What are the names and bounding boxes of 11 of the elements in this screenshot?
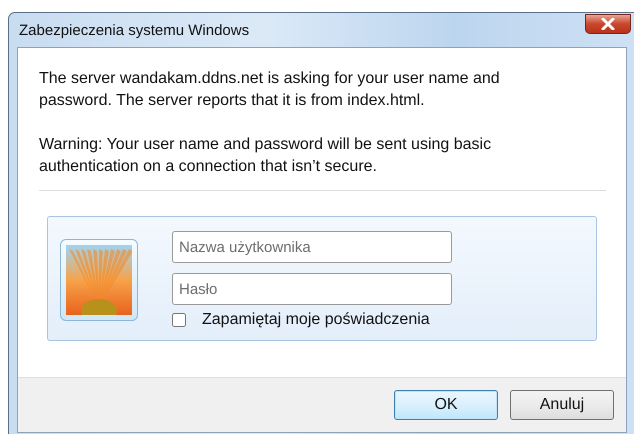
username-field[interactable]: Nazwa użytkownika [172, 231, 452, 263]
message-text: The server wandakam.ddns.net is asking for your user name and password. The server reports that it is from index.html. [39, 69, 501, 111]
close-icon [601, 18, 615, 30]
window-title: Zabezpieczenia systemu Windows [18, 22, 250, 38]
password-field[interactable]: Hasło [172, 273, 452, 305]
cancel-button[interactable]: Anuluj [510, 390, 614, 420]
ok-button[interactable]: OK [394, 390, 498, 420]
remember-label: Zapamiętaj moje poświadczenia [202, 311, 430, 329]
warning-text: Warning: Your user name and password will be sent using basic authentication on a connection that isn’t secure. [39, 135, 492, 177]
close-button[interactable] [585, 14, 631, 34]
remember-checkbox[interactable] [172, 313, 186, 327]
